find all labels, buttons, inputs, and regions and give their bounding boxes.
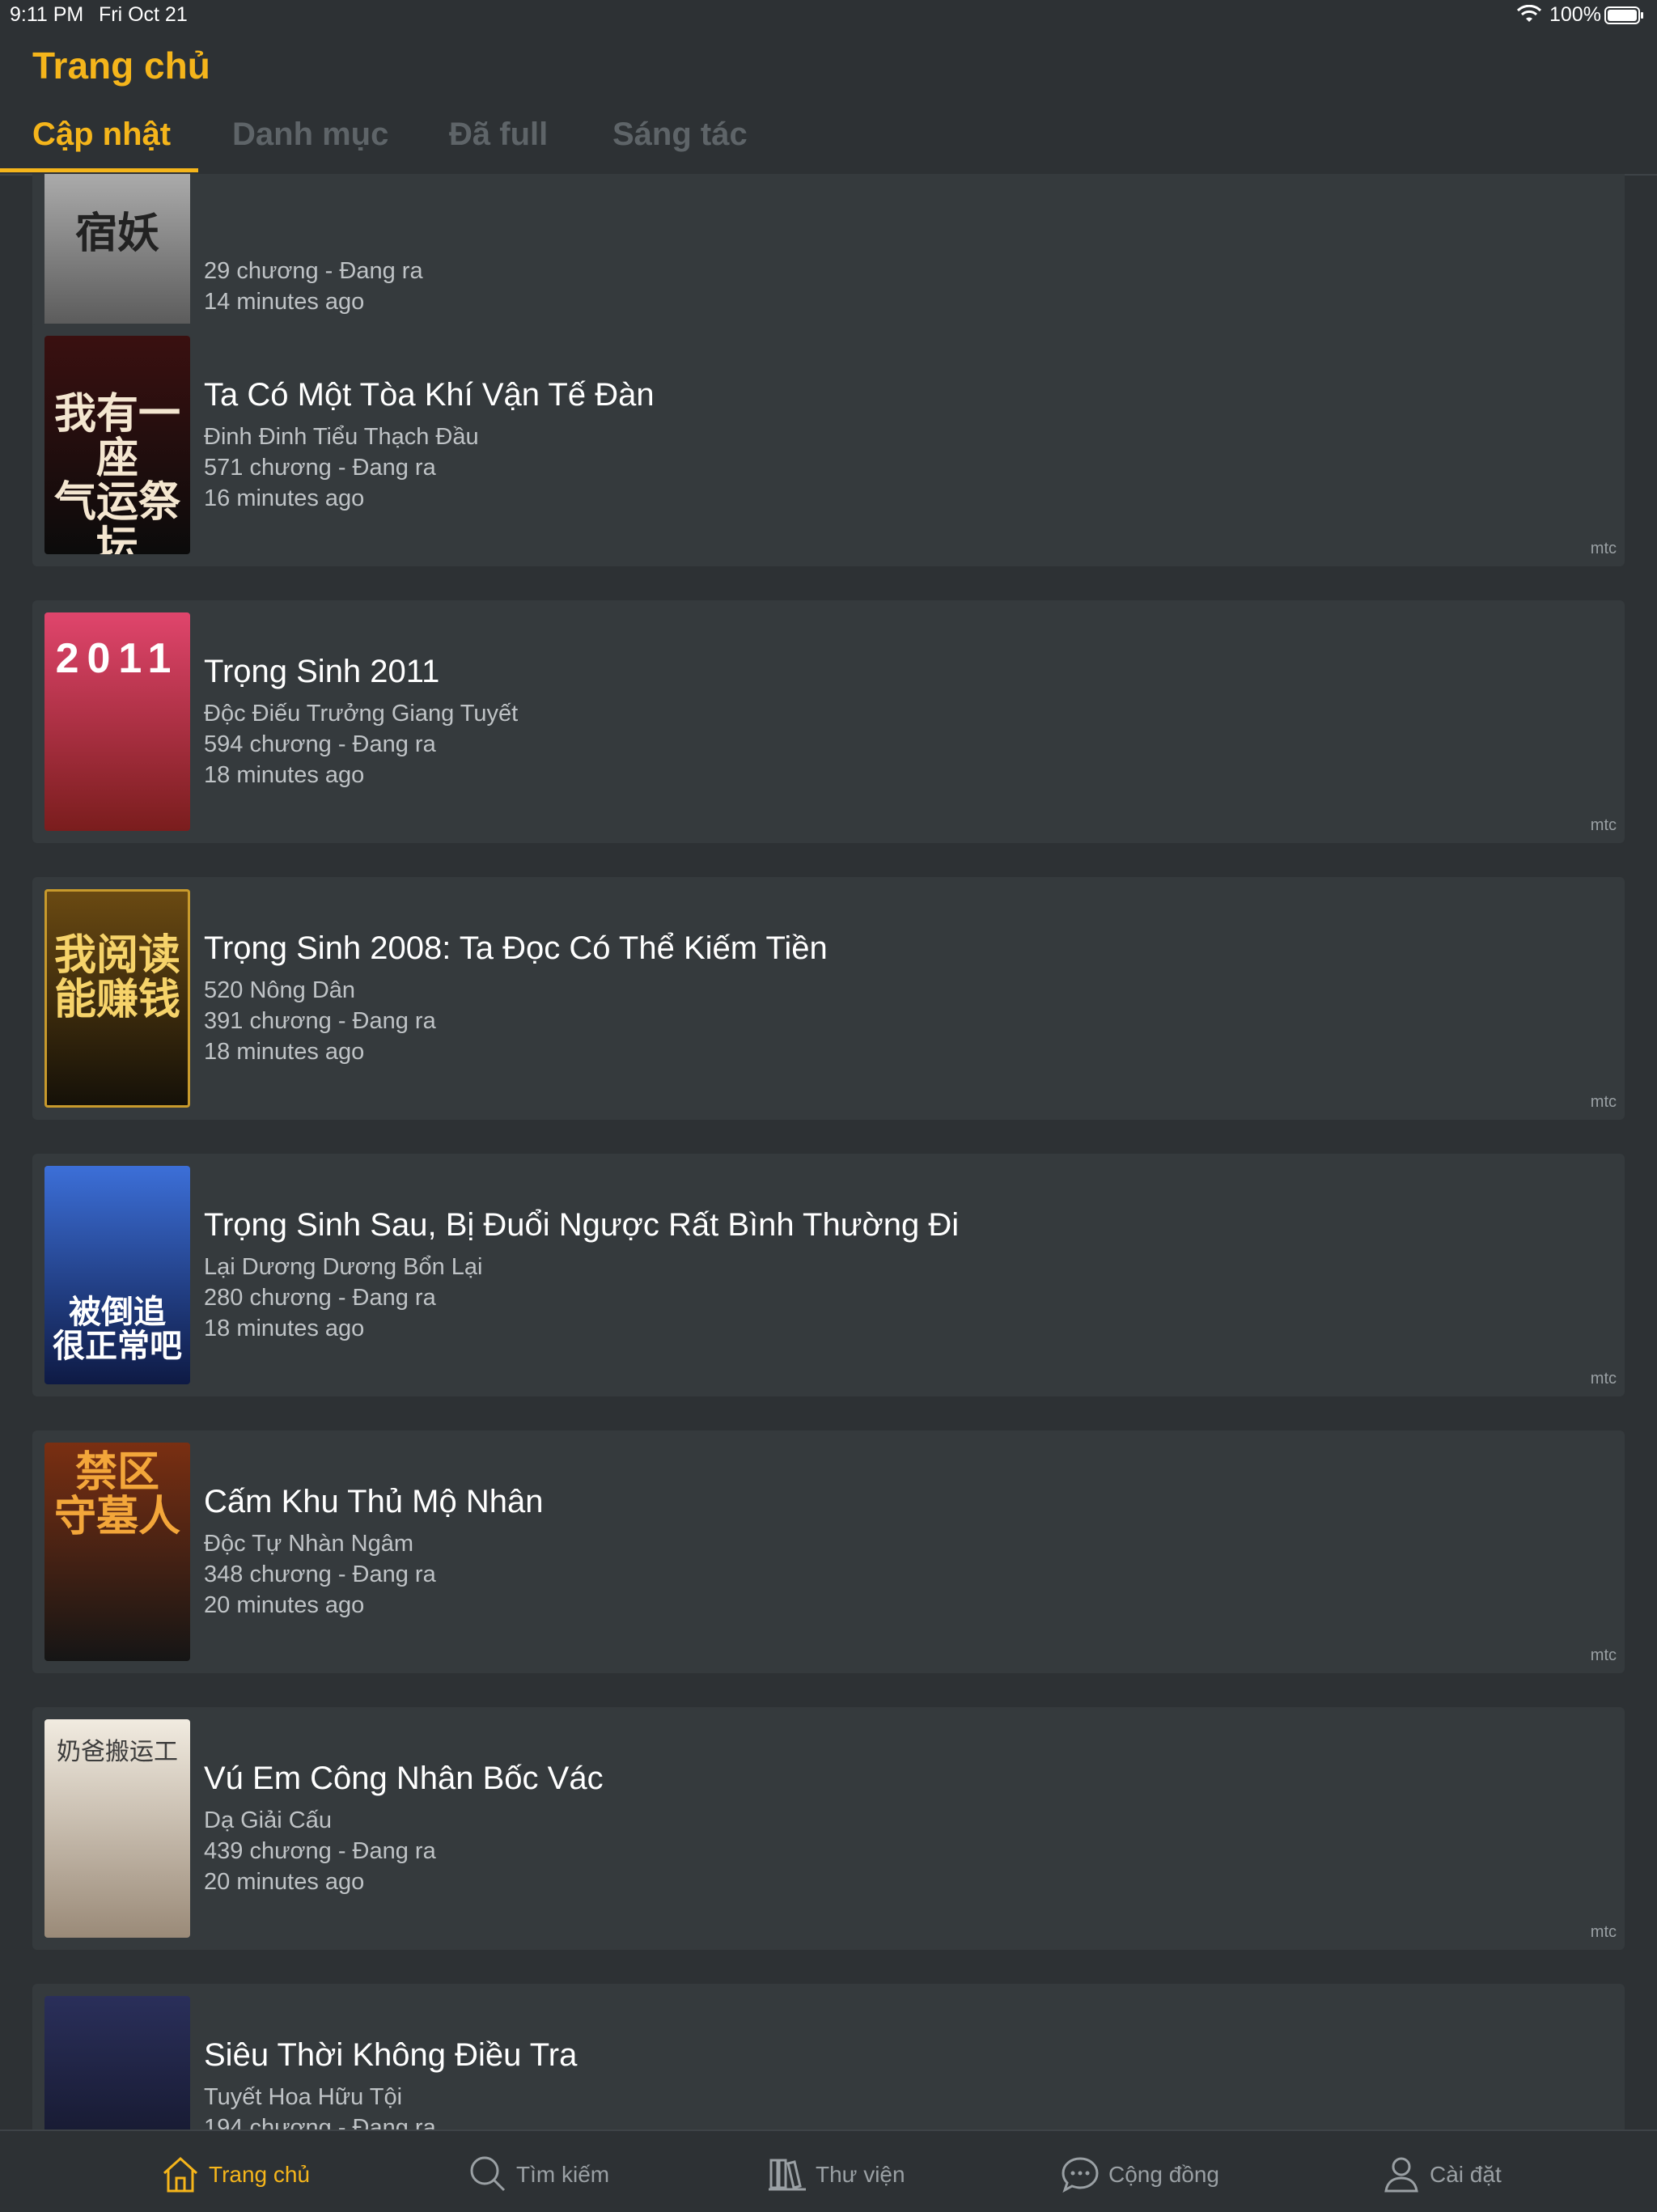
nav-library[interactable]: Thư viện [767,2131,929,2212]
book-card[interactable]: Siêu Thời Không Điều Tra Tuyết Hoa Hữu T… [32,1984,1625,2129]
book-cover: 2011 [44,612,190,831]
header: Trang chủ Cập nhật Danh mục Đã full Sáng… [0,32,1657,176]
book-card[interactable]: 禁区 守墓人 Cấm Khu Thủ Mộ Nhân Độc Tự Nhàn N… [32,1430,1625,1673]
book-list[interactable]: 宿妖 29 chương - Đang ra 14 minutes ago tt… [0,174,1657,2129]
nav-label: Thư viện [816,2162,905,2187]
nav-label: Trang chủ [209,2162,311,2187]
book-chapters: 391 chương - Đang ra [204,1008,436,1034]
book-updated-time: 18 minutes ago [204,1039,365,1065]
cover-art: 我阅读 能赚钱 [53,932,180,1023]
book-source: mtc [1590,1370,1617,1388]
book-card[interactable]: 奶爸搬运工 Vú Em Công Nhân Bốc Vác Dạ Giải Cấ… [32,1707,1625,1950]
nav-label: Cài đặt [1430,2162,1502,2187]
user-icon [1384,2157,1418,2193]
book-cover: 被倒追 很正常吧 [44,1166,190,1384]
nav-home[interactable]: Trang chủ [160,2131,322,2212]
nav-community[interactable]: Cộng đồng [1060,2131,1238,2212]
book-author: 520 Nông Dân [204,977,356,1003]
book-updated-time: 18 minutes ago [204,762,365,788]
status-bar: 9:11 PM Fri Oct 21 100% [0,0,1657,32]
book-chapters: 29 chương - Đang ra [204,258,423,284]
status-time: 9:11 PM [10,3,84,26]
library-icon [769,2159,806,2191]
book-source: mtc [1590,540,1617,557]
book-author: Tuyết Hoa Hữu Tội [204,2084,403,2110]
tab-cap-nhat[interactable]: Cập nhật [32,117,171,153]
cover-art: 宿妖 [74,210,159,257]
book-source: mtc [1590,1646,1617,1664]
book-title: Vú Em Công Nhân Bốc Vác [204,1761,604,1796]
cover-art: 被倒追 很正常吧 [53,1295,182,1364]
cover-art: 2011 [55,635,180,682]
book-chapters: 571 chương - Đang ra [204,455,436,481]
active-tab-indicator [0,168,198,172]
book-author: Độc Tự Nhàn Ngâm [204,1531,414,1557]
cover-art: 我有一座 气运祭坛 [53,391,180,554]
book-updated-time: 14 minutes ago [204,289,365,315]
book-cover: 禁区 守墓人 [44,1443,190,1661]
book-author: Độc Điếu Trưởng Giang Tuyết [204,701,519,727]
book-updated-time: 20 minutes ago [204,1869,365,1895]
book-title: Trọng Sinh Sau, Bị Đuổi Ngược Rất Bình T… [204,1207,960,1243]
nav-label: Cộng đồng [1108,2162,1220,2187]
battery-percentage: 100% [1549,3,1601,26]
book-author: Lại Dương Dương Bổn Lại [204,1254,483,1280]
book-chapters: 594 chương - Đang ra [204,731,436,757]
book-title: Trọng Sinh 2008: Ta Đọc Có Thể Kiếm Tiền [204,930,828,966]
book-title: Trọng Sinh 2011 [204,654,440,689]
book-chapters: 348 chương - Đang ra [204,1562,436,1587]
nav-settings[interactable]: Cài đặt [1381,2131,1543,2212]
book-card[interactable]: 我有一座 气运祭坛 Ta Có Một Tòa Khí Vận Tế Đàn Đ… [32,324,1625,566]
book-author: Dạ Giải Cấu [204,1807,332,1833]
book-source: mtc [1590,1093,1617,1111]
chat-icon [1062,2157,1099,2193]
book-title: Siêu Thời Không Điều Tra [204,2037,578,2073]
book-title: Ta Có Một Tòa Khí Vận Tế Đàn [204,377,655,413]
book-cover [44,1996,190,2129]
tab-sang-tac[interactable]: Sáng tác [612,117,748,153]
book-chapters: 280 chương - Đang ra [204,1285,436,1311]
page-title: Trang chủ [32,44,210,87]
nav-search[interactable]: Tìm kiếm [468,2131,629,2212]
nav-label: Tìm kiếm [516,2162,610,2187]
top-tab-bar: Cập nhật Danh mục Đã full Sáng tác [0,113,1657,176]
book-card[interactable]: 我阅读 能赚钱 Trọng Sinh 2008: Ta Đọc Có Thể K… [32,877,1625,1120]
book-source: mtc [1590,1923,1617,1941]
book-card[interactable]: 被倒追 很正常吧 Trọng Sinh Sau, Bị Đuổi Ngược R… [32,1154,1625,1396]
status-date: Fri Oct 21 [99,3,188,26]
cover-art: 奶爸搬运工 [57,1738,178,1766]
book-chapters: 439 chương - Đang ra [204,1838,436,1864]
book-cover: 奶爸搬运工 [44,1719,190,1938]
search-icon [470,2156,506,2192]
wifi-icon [1516,5,1542,22]
book-author: Đinh Đinh Tiểu Thạch Đầu [204,424,479,450]
tab-danh-muc[interactable]: Danh mục [232,117,388,153]
book-updated-time: 20 minutes ago [204,1592,365,1618]
book-updated-time: 18 minutes ago [204,1316,365,1341]
book-source: mtc [1590,816,1617,834]
book-chapters: 194 chương - Đang ra [204,2115,436,2129]
cover-art: 禁区 守墓人 [53,1449,180,1540]
book-card[interactable]: 2011 Trọng Sinh 2011 Độc Điếu Trưởng Gia… [32,600,1625,843]
book-title: Cấm Khu Thủ Mộ Nhân [204,1484,544,1519]
bottom-navigation: Trang chủ Tìm kiếm Thư viện Cộng đồng Cà… [0,2129,1657,2212]
book-cover: 我有一座 气运祭坛 [44,336,190,554]
tab-da-full[interactable]: Đã full [449,117,548,153]
battery-icon [1604,6,1643,24]
book-cover: 我阅读 能赚钱 [44,889,190,1108]
home-icon [163,2156,198,2193]
book-updated-time: 16 minutes ago [204,485,365,511]
